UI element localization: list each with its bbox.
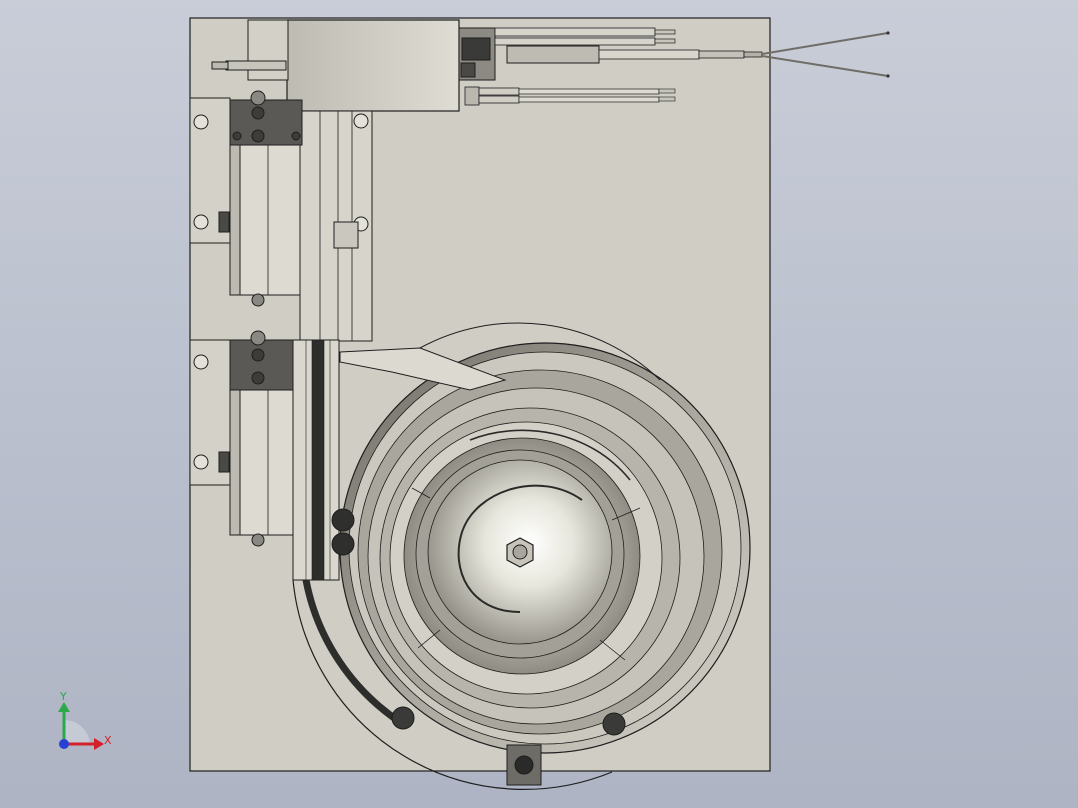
lower-cylinder-plate: [229, 389, 241, 536]
main-sensor-end: [743, 51, 763, 58]
sensor-rod-1: [494, 27, 656, 37]
sensor-rod-3-body: [478, 87, 520, 96]
sensor-rod-3: [464, 86, 480, 106]
upper-cylinder-body[interactable]: [237, 144, 301, 296]
wire: [761, 32, 889, 55]
feed-track-channel: [311, 339, 325, 581]
triad-arc: [64, 719, 90, 744]
bolt-icon: [251, 371, 265, 385]
cylinder-port: [218, 451, 230, 473]
triad-x-arrow: [94, 738, 104, 750]
coordinate-triad: Y X: [58, 690, 112, 750]
bracket-knob-icon[interactable]: [391, 706, 415, 730]
wire-end: [886, 74, 890, 78]
rail-clip: [333, 221, 359, 249]
main-sensor-body: [506, 45, 600, 64]
knob-icon[interactable]: [331, 508, 355, 532]
bracket-knob-icon[interactable]: [514, 755, 534, 775]
top-cylinder-housing[interactable]: [286, 19, 460, 112]
bracket-knob-icon[interactable]: [602, 712, 626, 736]
sensor-rod-1-tip: [654, 29, 676, 35]
mount-hole: [193, 114, 209, 130]
bolt-icon: [251, 348, 265, 362]
bolt-icon: [291, 131, 301, 141]
sensor-rod-tip: [658, 96, 676, 102]
cad-drawing[interactable]: Y X: [0, 0, 1078, 808]
bolt-icon: [251, 106, 265, 120]
wire: [761, 55, 889, 77]
cad-viewport[interactable]: Y X: [0, 0, 1078, 808]
lower-cylinder-flange: [229, 339, 303, 391]
sensor-rod-tip: [658, 88, 676, 94]
fitting-block-dark: [461, 37, 491, 61]
sensor-rod-4-body: [478, 95, 520, 104]
locating-pin: [225, 60, 287, 71]
triad-y-label: Y: [59, 690, 67, 703]
bolt-icon: [250, 90, 266, 106]
top-housing-side: [247, 19, 289, 81]
knob-icon[interactable]: [331, 532, 355, 556]
bolt-icon: [251, 129, 265, 143]
center-bolt: [512, 544, 528, 560]
wire-end: [886, 31, 890, 35]
mount-hole: [353, 113, 369, 129]
sensor-rod-4-shaft: [518, 96, 660, 103]
sensor-rod-3-shaft: [518, 88, 660, 95]
cylinder-port: [218, 211, 230, 233]
locating-pin-tip: [211, 61, 229, 70]
triad-x-label: X: [104, 734, 112, 747]
sensor-rod-2-tip: [654, 38, 676, 44]
bolt-icon: [251, 533, 265, 547]
sensor-rod-2: [494, 37, 656, 46]
upper-cylinder-plate: [229, 144, 241, 296]
bolt-icon: [232, 131, 242, 141]
bolt-icon: [251, 293, 265, 307]
mount-hole: [193, 354, 209, 370]
main-sensor-tip: [698, 50, 745, 59]
triad-z-origin: [59, 739, 69, 749]
fitting-nut: [460, 62, 476, 78]
bolt-icon: [250, 330, 266, 346]
mount-hole: [193, 454, 209, 470]
lower-cylinder-body[interactable]: [237, 389, 301, 536]
triad-y-arrow: [58, 702, 70, 712]
main-sensor-shaft: [598, 49, 700, 60]
mount-hole: [193, 214, 209, 230]
